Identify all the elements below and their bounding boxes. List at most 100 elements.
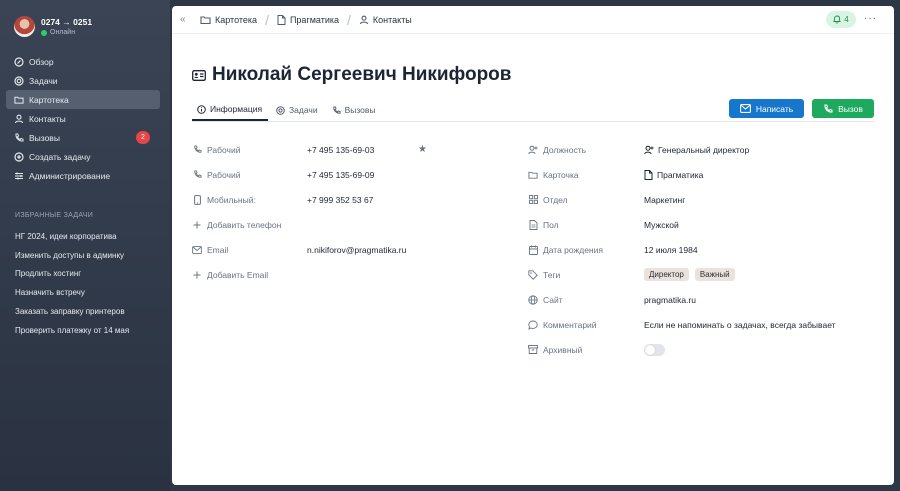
tab-label: Вызовы: [344, 105, 376, 115]
user-name: 0274 → 0251: [41, 17, 93, 27]
user-profile[interactable]: 0274 → 0251 Онлайн: [14, 16, 92, 37]
contact-row: Мобильный: +7 999 352 53 67: [192, 187, 512, 212]
more-options-icon[interactable]: ···: [864, 13, 877, 24]
bell-icon: [833, 15, 841, 24]
add-email-block: Добавить Email: [192, 270, 268, 280]
write-button-label: Написать: [755, 103, 794, 114]
tab-info[interactable]: Информация: [192, 99, 269, 121]
sidebar-item-create-task[interactable]: Создать задачу: [6, 147, 160, 166]
sidebar-item-label: Задачи: [29, 75, 58, 86]
detail-label-block: Сайт: [528, 295, 563, 305]
gender-value: Мужской: [644, 219, 679, 230]
contact-label: Мобильный:: [207, 194, 256, 205]
sidebar-item-label: Картотека: [29, 94, 69, 105]
detail-label-block: Должность: [528, 145, 586, 155]
breadcrumb: Картотека / Прагматика / Контакты: [200, 12, 412, 28]
detail-label: Дата рождения: [543, 244, 603, 255]
collapse-sidebar-icon[interactable]: «: [180, 14, 192, 25]
target-icon: [14, 75, 24, 86]
breadcrumb-contacts[interactable]: Контакты: [359, 15, 412, 25]
notifications-count: 4: [844, 15, 849, 24]
mail-icon: [739, 104, 751, 113]
contact-label: Email: [207, 244, 229, 255]
calls-count-badge: 2: [136, 131, 150, 144]
page-title-block: Николай Сергеевич Никифоров: [192, 64, 511, 86]
sidebar-item-admin[interactable]: Администрирование: [6, 166, 160, 185]
call-button[interactable]: Вызов: [812, 99, 874, 118]
top-bar: « Картотека / Прагматика / Контакты 4 ··…: [172, 6, 894, 34]
add-phone-label: Добавить телефон: [207, 219, 282, 230]
archive-icon: [528, 345, 538, 354]
favorite-task-item[interactable]: Изменить доступы в админку: [15, 246, 129, 265]
detail-row-department: Отдел Маркетинг: [528, 187, 878, 212]
sidebar-item-label: Обзор: [29, 56, 54, 67]
site-link[interactable]: pragmatika.ru: [644, 295, 696, 305]
info-icon: [197, 104, 206, 114]
user-star-icon: [528, 145, 538, 155]
sidebar-item-contacts[interactable]: Контакты: [6, 109, 160, 128]
detail-label: Отдел: [543, 194, 568, 205]
birthday-value: 12 июля 1984: [644, 244, 698, 255]
breadcrumb-label: Прагматика: [289, 14, 340, 25]
detail-label-block: Дата рождения: [528, 245, 603, 255]
detail-label: Сайт: [543, 294, 563, 305]
details-section: Должность Генеральный директор Карточка …: [528, 137, 878, 362]
tag-icon: [528, 269, 538, 280]
breadcrumb-separator: /: [265, 11, 269, 28]
avatar[interactable]: [14, 16, 35, 37]
contact-value[interactable]: +7 999 352 53 67: [307, 195, 373, 205]
contact-row: Email n.nikiforov@pragmatika.ru: [192, 237, 512, 262]
notifications-button[interactable]: 4: [826, 11, 856, 28]
sidebar-item-label: Создать задачу: [29, 151, 91, 162]
detail-label: Карточка: [543, 169, 579, 180]
card-value: Прагматика: [657, 169, 704, 180]
sidebar-item-catalog[interactable]: Картотека: [6, 90, 160, 109]
breadcrumb-catalog[interactable]: Картотека: [200, 15, 257, 25]
tag-badge[interactable]: Важный: [694, 268, 735, 281]
add-email-row[interactable]: Добавить Email: [192, 262, 512, 287]
favorite-task-item[interactable]: Заказать заправку принтеров: [15, 302, 129, 321]
archived-toggle-wrap: [644, 343, 665, 356]
main-panel: « Картотека / Прагматика / Контакты 4 ··…: [172, 6, 894, 485]
contact-value[interactable]: +7 495 135-69-09: [307, 170, 374, 180]
detail-label-block: Архивный: [528, 345, 582, 355]
favorite-task-item[interactable]: Продлить хостинг: [15, 265, 129, 284]
add-phone-row[interactable]: Добавить телефон: [192, 212, 512, 237]
favorite-task-item[interactable]: Назначить встречу: [15, 283, 129, 302]
sidebar-item-label: Вызовы: [29, 132, 60, 143]
detail-label-block: Пол: [528, 220, 559, 230]
sidebar-item-label: Контакты: [29, 113, 66, 124]
tab-tasks[interactable]: Задачи: [270, 99, 324, 121]
id-card-icon: [192, 69, 206, 81]
position-value: Генеральный директор: [658, 144, 750, 155]
card-link[interactable]: Прагматика: [644, 169, 704, 180]
department-value: Маркетинг: [644, 194, 686, 205]
contact-row: Рабочий +7 495 135-69-09: [192, 162, 512, 187]
contact-row: Рабочий +7 495 135-69-03 ★: [192, 137, 512, 162]
phone-icon: [823, 103, 833, 114]
globe-icon: [528, 294, 538, 305]
tag-badge[interactable]: Директор: [644, 268, 689, 281]
star-icon[interactable]: ★: [418, 144, 427, 155]
detail-label-block: Теги: [528, 270, 560, 280]
sidebar-item-tasks[interactable]: Задачи: [6, 71, 160, 90]
detail-label: Комментарий: [543, 319, 597, 330]
sidebar-item-label: Администрирование: [29, 170, 111, 181]
add-email-label: Добавить Email: [207, 269, 269, 280]
folder-icon: [200, 15, 211, 25]
archived-toggle[interactable]: [644, 343, 665, 356]
contact-value[interactable]: +7 495 135-69-03: [307, 145, 374, 155]
write-button[interactable]: Написать: [729, 99, 804, 118]
email-value[interactable]: n.nikiforov@pragmatika.ru: [307, 245, 406, 255]
plus-icon: [192, 271, 202, 279]
breadcrumb-company[interactable]: Прагматика: [277, 14, 340, 25]
favorite-task-item[interactable]: НГ 2024, идеи корпоратива: [15, 227, 129, 246]
contact-label-block: Рабочий: [192, 145, 240, 155]
user-star-icon: [644, 145, 654, 155]
user-icon: [14, 114, 24, 124]
tab-calls[interactable]: Вызовы: [326, 99, 382, 121]
sidebar-item-overview[interactable]: Обзор: [6, 52, 160, 71]
sidebar-item-calls[interactable]: Вызовы 2: [6, 128, 160, 147]
favorite-task-item[interactable]: Проверить платежку от 14 мая: [15, 321, 129, 340]
grid-icon: [528, 195, 538, 204]
